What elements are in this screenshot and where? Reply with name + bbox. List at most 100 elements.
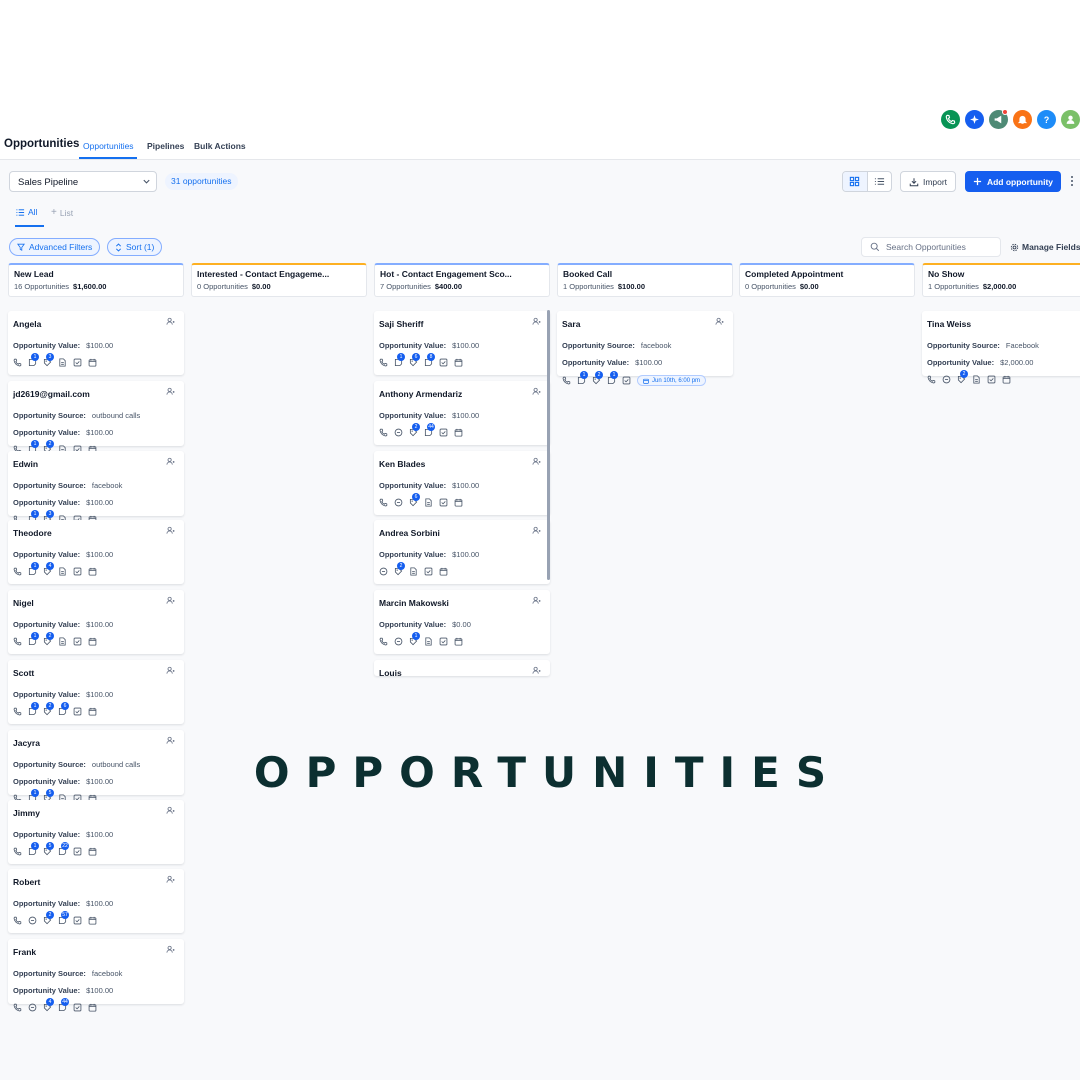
tag-icon[interactable]: 2 [43, 911, 54, 925]
import-button[interactable]: Import [900, 171, 956, 192]
document-icon[interactable] [972, 375, 981, 384]
tag-icon[interactable]: 4 [43, 998, 54, 1012]
note-icon[interactable]: 1 [28, 702, 39, 716]
tag-icon[interactable]: 2 [409, 423, 420, 437]
opportunity-card[interactable]: Saji Sheriff Opportunity Value: $100.00 1 6 8 [374, 311, 550, 375]
document-icon[interactable] [424, 498, 433, 507]
appointment-badge[interactable]: Jun 10th, 6:00 pm [637, 375, 707, 386]
tag-icon[interactable]: 2 [43, 632, 54, 646]
phone-icon[interactable] [13, 707, 22, 716]
assign-user-icon[interactable] [532, 666, 541, 675]
task-icon[interactable] [439, 498, 448, 507]
document-icon[interactable] [409, 567, 418, 576]
task-icon[interactable] [73, 847, 82, 856]
search-input[interactable]: Search Opportunities [861, 237, 1001, 257]
document-icon[interactable] [58, 358, 67, 367]
tag-icon[interactable]: 2 [394, 562, 405, 576]
chat-icon[interactable] [28, 916, 37, 925]
pipeline-select[interactable]: Sales Pipeline [9, 171, 157, 192]
opportunity-card[interactable]: Edwin Opportunity Source: facebook Opportun… [8, 451, 184, 524]
opportunity-card[interactable]: Anthony Armendariz Opportunity Value: $100… [374, 381, 550, 445]
calendar-icon[interactable] [88, 358, 97, 367]
chat-icon[interactable] [394, 428, 403, 437]
tab-opportunities[interactable]: Opportunities [83, 141, 134, 151]
more-options-icon[interactable] [1071, 176, 1073, 186]
assign-user-icon[interactable] [166, 387, 175, 396]
tag-icon[interactable]: 2 [43, 702, 54, 716]
task-icon[interactable] [439, 428, 448, 437]
opportunity-card[interactable]: Nigel Opportunity Value: $100.00 1 2 [8, 590, 184, 654]
assign-user-icon[interactable] [166, 526, 175, 535]
assign-user-icon[interactable] [166, 945, 175, 954]
opportunity-card[interactable]: Jimmy Opportunity Value: $100.00 1 5 22 [8, 800, 184, 864]
note-icon[interactable]: 22 [58, 842, 69, 856]
tag-icon[interactable]: 6 [409, 493, 420, 507]
note-icon[interactable]: 57 [58, 911, 69, 925]
chat-icon[interactable] [942, 375, 951, 384]
assign-user-icon[interactable] [166, 457, 175, 466]
note-icon[interactable]: 1 [28, 842, 39, 856]
phone-icon[interactable] [379, 637, 388, 646]
list-view-icon[interactable] [868, 172, 892, 191]
assign-user-icon[interactable] [166, 596, 175, 605]
grid-view-icon[interactable] [843, 172, 868, 191]
phone-icon[interactable] [379, 498, 388, 507]
task-icon[interactable] [73, 707, 82, 716]
calendar-icon[interactable] [1002, 375, 1011, 384]
note-icon[interactable]: 6 [58, 702, 69, 716]
calendar-icon[interactable] [88, 707, 97, 716]
calendar-icon[interactable] [454, 428, 463, 437]
assign-user-icon[interactable] [532, 317, 541, 326]
phone-icon[interactable] [941, 110, 960, 129]
opportunity-card[interactable]: Marcin Makowski Opportunity Value: $0.00 1 [374, 590, 550, 654]
task-icon[interactable] [439, 358, 448, 367]
calendar-icon[interactable] [439, 567, 448, 576]
task-icon[interactable] [622, 376, 631, 385]
column-scrollbar[interactable] [547, 310, 550, 580]
assign-user-icon[interactable] [715, 317, 724, 326]
task-icon[interactable] [424, 567, 433, 576]
assign-user-icon[interactable] [166, 736, 175, 745]
calendar-icon[interactable] [88, 916, 97, 925]
phone-icon[interactable] [379, 428, 388, 437]
phone-icon[interactable] [13, 358, 22, 367]
tag-icon[interactable]: 5 [43, 842, 54, 856]
assign-user-icon[interactable] [532, 387, 541, 396]
chat-icon[interactable] [394, 637, 403, 646]
chat-icon[interactable] [394, 498, 403, 507]
phone-icon[interactable] [13, 916, 22, 925]
calendar-icon[interactable] [88, 637, 97, 646]
note-icon[interactable]: 1 [28, 353, 39, 367]
tab-bulk-actions[interactable]: Bulk Actions [194, 141, 246, 151]
calendar-icon[interactable] [454, 637, 463, 646]
assign-user-icon[interactable] [166, 317, 175, 326]
assign-user-icon[interactable] [532, 596, 541, 605]
phone-icon[interactable] [13, 637, 22, 646]
opportunity-card[interactable]: Tina Weiss Opportunity Source: Facebook Opp… [922, 311, 1080, 384]
tag-icon[interactable]: 3 [43, 353, 54, 367]
opportunity-card[interactable]: Ken Blades Opportunity Value: $100.00 6 [374, 451, 550, 515]
calendar-icon[interactable] [88, 567, 97, 576]
task-icon[interactable] [987, 375, 996, 384]
opportunity-card[interactable]: jd2619@gmail.com Opportunity Source: outbo… [8, 381, 184, 454]
opportunity-card[interactable]: Andrea Sorbini Opportunity Value: $100.00 2 [374, 520, 550, 584]
tag-icon[interactable]: 4 [43, 562, 54, 576]
phone-icon[interactable] [379, 358, 388, 367]
tab-pipelines[interactable]: Pipelines [147, 141, 184, 151]
task-icon[interactable] [439, 637, 448, 646]
tag-icon[interactable]: 1 [409, 632, 420, 646]
document-icon[interactable] [58, 567, 67, 576]
sort-button[interactable]: Sort (1) [107, 238, 163, 256]
task-icon[interactable] [73, 637, 82, 646]
phone-icon[interactable] [927, 375, 936, 384]
phone-icon[interactable] [13, 567, 22, 576]
opportunity-card[interactable]: Robert Opportunity Value: $100.00 2 57 [8, 869, 184, 933]
note-icon[interactable]: 1 [607, 371, 618, 385]
note-icon[interactable]: 44 [58, 998, 69, 1012]
calendar-icon[interactable] [454, 498, 463, 507]
tag-icon[interactable]: 6 [409, 353, 420, 367]
opportunity-card[interactable]: Louis [374, 660, 550, 678]
opportunity-card[interactable]: Frank Opportunity Source: facebook Opportun… [8, 939, 184, 1012]
calendar-icon[interactable] [88, 1003, 97, 1012]
document-icon[interactable] [58, 637, 67, 646]
